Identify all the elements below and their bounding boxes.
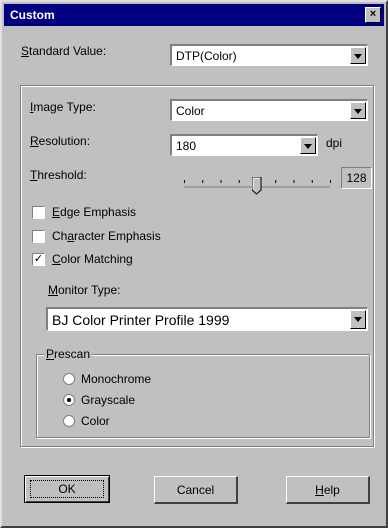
help-button-label: Help xyxy=(315,483,340,497)
radio-color-label: Color xyxy=(81,414,110,428)
close-button[interactable]: × xyxy=(365,7,381,23)
radio-color[interactable] xyxy=(63,415,75,427)
edge-emphasis-label: Edge Emphasis xyxy=(52,205,137,219)
edge-emphasis-checkbox[interactable] xyxy=(32,206,45,219)
character-emphasis-label: Character Emphasis xyxy=(52,229,161,243)
radio-monochrome-label: Monochrome xyxy=(81,372,152,386)
slider-tick xyxy=(238,180,240,183)
slider-tick xyxy=(184,180,185,183)
slider-tick xyxy=(275,180,277,183)
slider-tick xyxy=(311,180,313,183)
threshold-value: 128 xyxy=(341,167,372,189)
threshold-slider[interactable] xyxy=(180,172,336,196)
slider-tick xyxy=(293,180,295,183)
image-type-label: Image Type: xyxy=(30,100,96,114)
prescan-label: Prescan xyxy=(44,347,93,361)
image-type-select[interactable]: Color xyxy=(170,99,368,121)
standard-value-label: Standard Value: xyxy=(21,44,107,58)
monitor-type-select[interactable]: BJ Color Printer Profile 1999 xyxy=(46,307,368,331)
character-emphasis-checkbox[interactable] xyxy=(32,230,45,243)
image-type-selected: Color xyxy=(176,104,205,118)
radio-grayscale-label: Grayscale xyxy=(81,393,136,407)
checkbox-mark: ✓ xyxy=(33,253,44,265)
resolution-select[interactable]: 180 xyxy=(170,134,318,156)
slider-thumb[interactable] xyxy=(252,177,262,195)
radio-grayscale[interactable] xyxy=(63,394,75,406)
color-matching-checkbox[interactable]: ✓ xyxy=(32,253,45,266)
threshold-label: Threshold: xyxy=(30,168,87,182)
chevron-down-icon[interactable] xyxy=(350,102,366,119)
resolution-label: Resolution: xyxy=(30,134,91,148)
ok-button[interactable]: OK xyxy=(24,475,110,503)
radio-monochrome[interactable] xyxy=(63,373,75,385)
focus-rectangle xyxy=(30,480,104,498)
monitor-type-label: Monitor Type: xyxy=(48,283,121,297)
resolution-unit: dpi xyxy=(326,136,343,150)
slider-tick xyxy=(202,180,204,183)
monitor-type-selected: BJ Color Printer Profile 1999 xyxy=(52,312,230,328)
chevron-down-icon[interactable] xyxy=(300,137,316,154)
slider-tick xyxy=(330,180,331,183)
cancel-button-label: Cancel xyxy=(176,483,215,497)
cancel-button[interactable]: Cancel xyxy=(154,476,238,504)
standard-value-selected: DTP(Color) xyxy=(176,49,237,63)
color-matching-label: Color Matching xyxy=(52,252,133,266)
standard-value-select[interactable]: DTP(Color) xyxy=(170,44,368,66)
chevron-down-icon[interactable] xyxy=(350,47,366,64)
window-title: Custom xyxy=(10,8,55,22)
chevron-down-icon[interactable] xyxy=(350,310,366,329)
resolution-selected: 180 xyxy=(176,139,197,153)
help-button[interactable]: Help xyxy=(286,476,370,504)
title-bar[interactable]: Custom × xyxy=(4,4,384,26)
close-icon: × xyxy=(369,8,377,20)
slider-tick xyxy=(220,180,222,183)
